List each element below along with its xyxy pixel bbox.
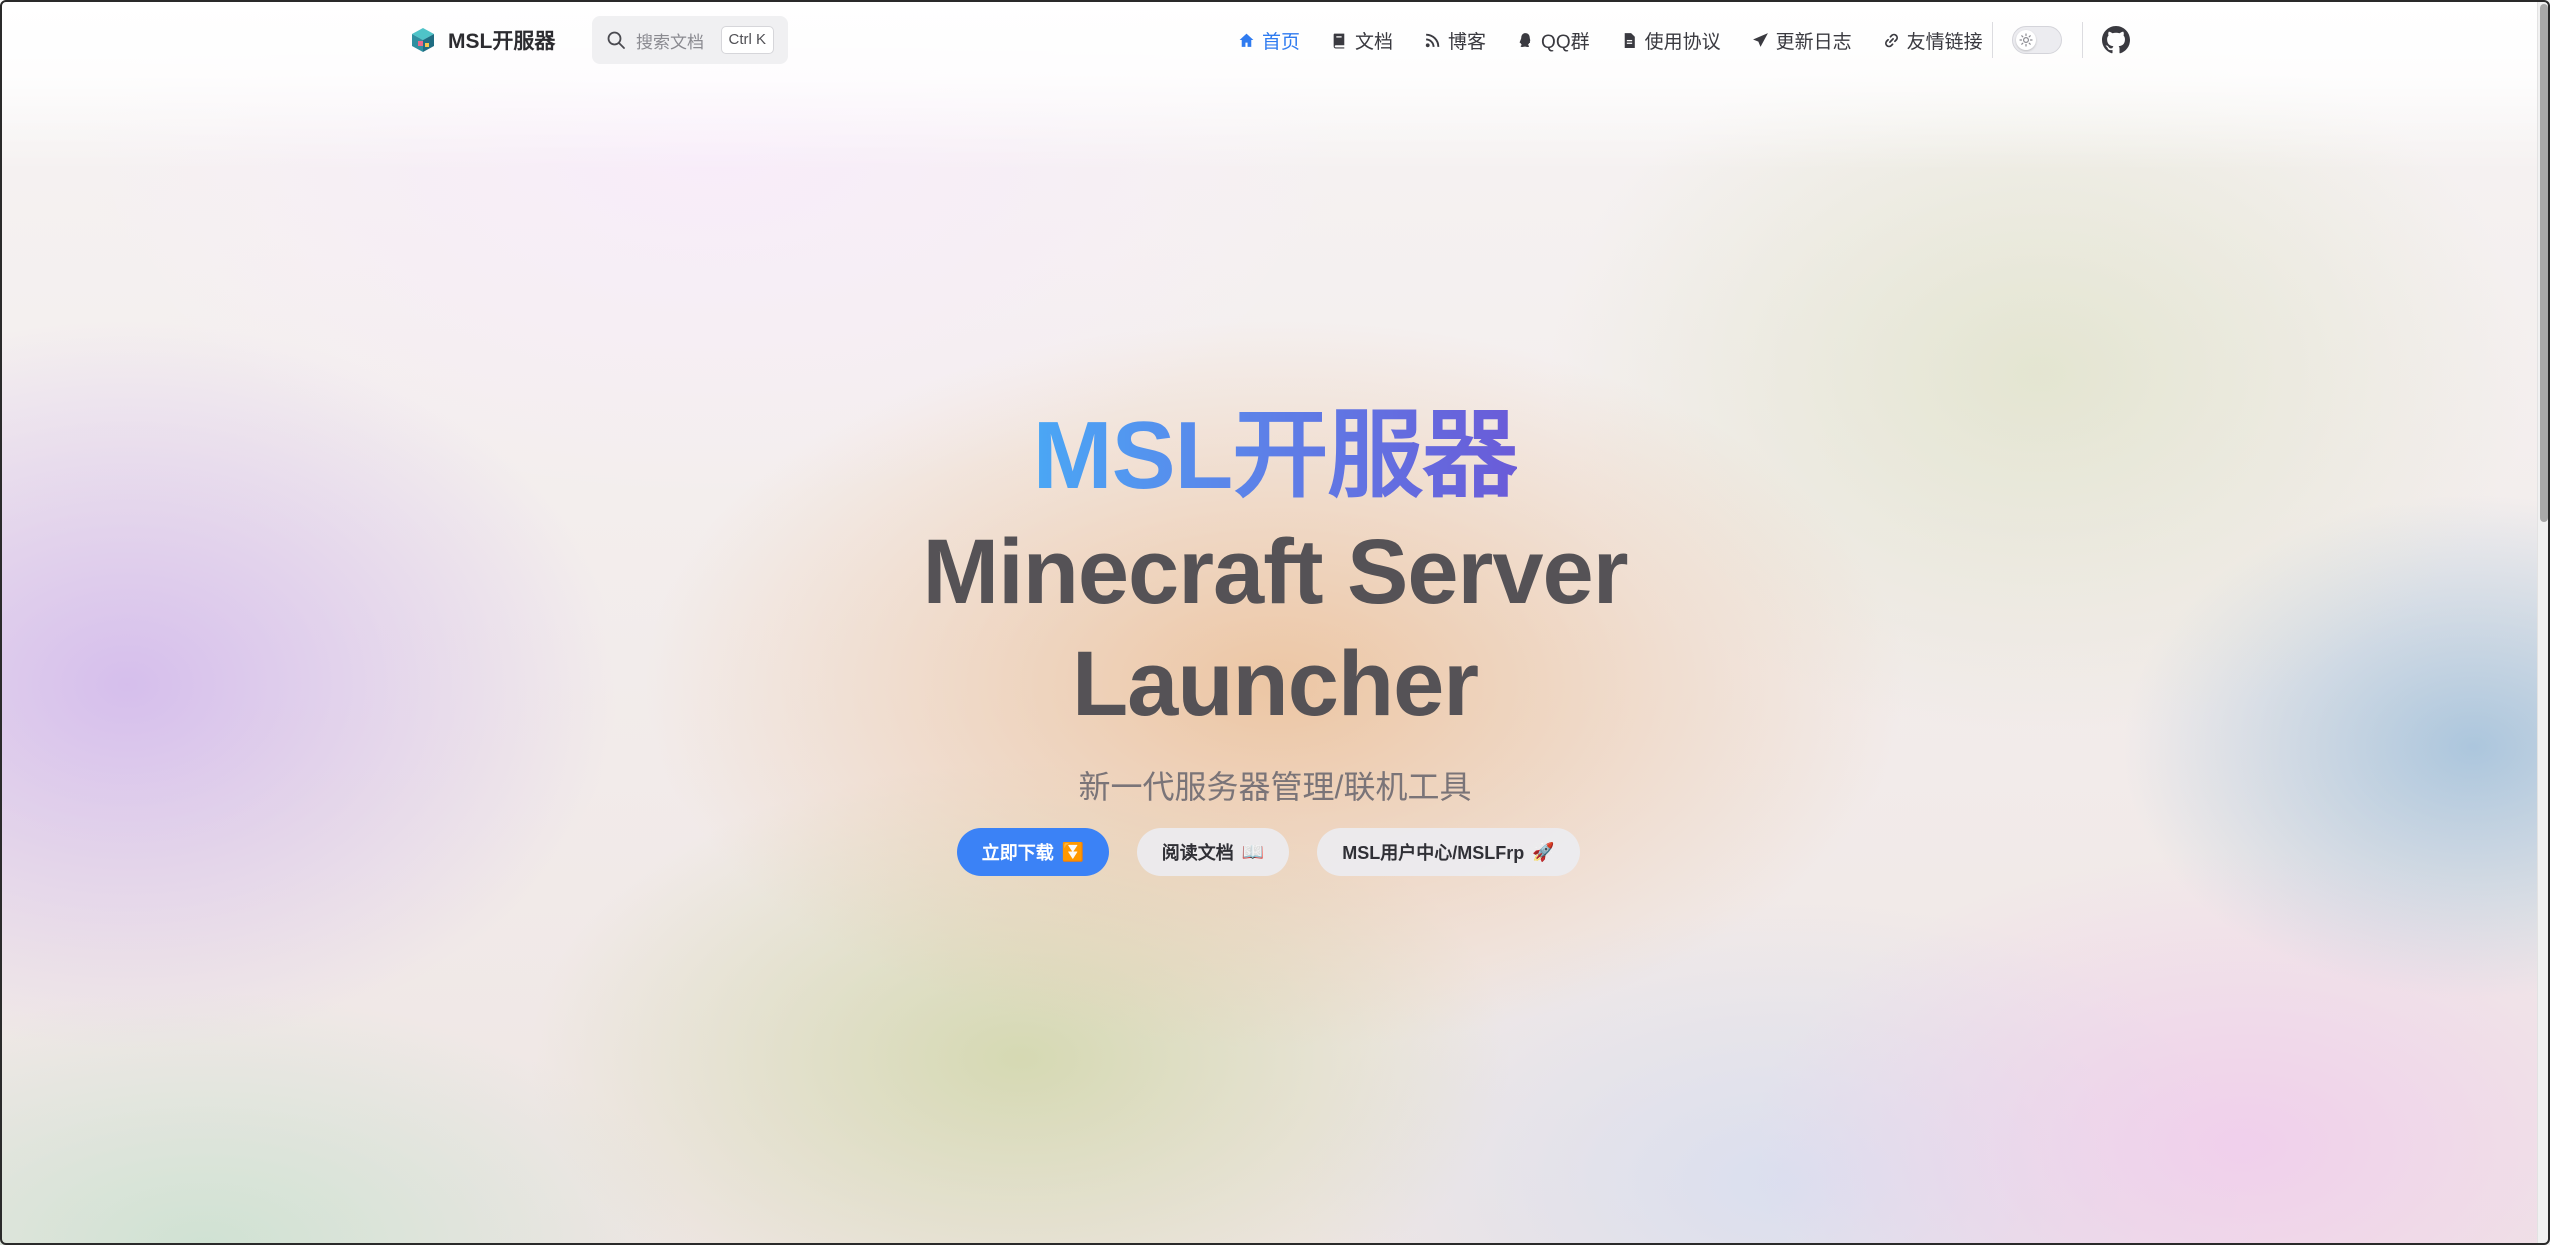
rocket-icon: 🚀 (1532, 842, 1555, 862)
hero-tagline-line2: Launcher (1071, 633, 1479, 735)
qq-icon (1519, 32, 1531, 47)
user-center-button-label: MSL用户中心/MSLFrp (1342, 843, 1525, 863)
hero-actions: 立即下载 ⏬ 阅读文档 📖 MSL用户中心/MSLFrp 🚀 (0, 828, 2550, 876)
page-scrollbar[interactable] (2537, 0, 2550, 1245)
send-icon (1752, 32, 1768, 47)
search-placeholder: 搜索文档 (636, 32, 704, 52)
read-docs-button-label: 阅读文档 (1161, 843, 1234, 863)
brand-link[interactable]: MSL开服器 (408, 22, 555, 58)
search-icon (607, 31, 625, 49)
brand-name: MSL开服器 (448, 30, 556, 53)
nav-label: 使用协议 (1644, 31, 1721, 53)
home-icon (1239, 33, 1254, 47)
scrollbar-thumb[interactable] (2540, 4, 2548, 522)
user-center-button[interactable]: MSL用户中心/MSLFrp 🚀 (1317, 828, 1580, 876)
main-nav: 首页 文档 博客 QQ群 使用协议 更新日志 友情链接 (1238, 24, 2014, 56)
nav-label: 博客 (1448, 31, 1487, 53)
link-icon (1884, 33, 1898, 47)
nav-divider (1992, 22, 1993, 58)
nav-item-terms[interactable]: 使用协议 (1621, 27, 1721, 54)
download-arrow-icon: ⏬ (1061, 842, 1085, 862)
sun-icon (2019, 33, 2033, 47)
hero-section: MSL开服器 Minecraft Server Launcher 新一代服务器管… (0, 396, 2550, 808)
nav-label: 更新日志 (1775, 31, 1852, 53)
nav-item-blog[interactable]: 博客 (1424, 27, 1486, 54)
theme-toggle[interactable] (2012, 26, 2062, 54)
read-docs-button[interactable]: 阅读文档 📖 (1137, 828, 1289, 876)
search-box[interactable]: 搜索文档 Ctrl K (592, 16, 788, 64)
nav-item-changelog[interactable]: 更新日志 (1752, 27, 1852, 54)
nav-item-docs[interactable]: 文档 (1331, 27, 1393, 54)
nav-label: 文档 (1355, 31, 1394, 53)
hero-subtitle: 新一代服务器管理/联机工具 (1078, 769, 1472, 805)
nav-item-home[interactable]: 首页 (1238, 27, 1300, 54)
hero-title: MSL开服器 (1033, 396, 1519, 516)
book-icon (1333, 33, 1345, 48)
top-navbar: MSL开服器 搜索文档 Ctrl K 首页 文档 博客 QQ群 使用协议 更新日… (0, 0, 2550, 80)
github-icon (2102, 26, 2130, 54)
nav-label: 首页 (1262, 31, 1301, 53)
nav-label: QQ群 (1541, 31, 1590, 53)
github-link[interactable] (2102, 26, 2130, 54)
blog-icon (1425, 33, 1440, 47)
search-shortcut-badge: Ctrl K (720, 26, 774, 54)
file-icon (1624, 32, 1635, 48)
hero-tagline-line1: Minecraft Server (922, 521, 1629, 623)
download-button-label: 立即下载 (981, 843, 1054, 863)
nav-item-friend-links[interactable]: 友情链接 (1883, 27, 1983, 54)
toggle-knob (2016, 30, 2036, 50)
msl-logo-icon (412, 28, 434, 52)
nav-label: 友情链接 (1906, 31, 1983, 53)
download-button[interactable]: 立即下载 ⏬ (957, 828, 1109, 876)
book-emoji-icon: 📖 (1241, 842, 1265, 862)
nav-divider (2082, 22, 2083, 58)
nav-item-qq-group[interactable]: QQ群 (1517, 27, 1590, 54)
